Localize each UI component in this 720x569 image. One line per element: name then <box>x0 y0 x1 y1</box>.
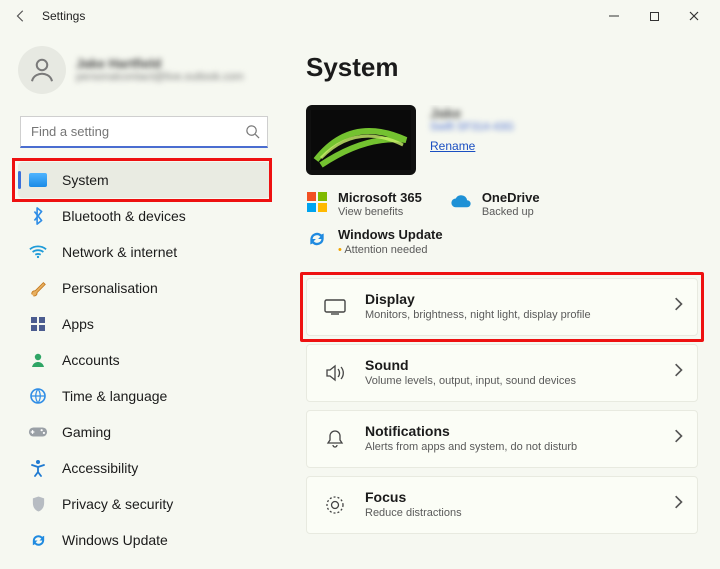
sidebar-item-network[interactable]: Network & internet <box>18 234 270 270</box>
onedrive-icon <box>450 191 472 213</box>
sidebar-item-label: Accounts <box>62 352 120 368</box>
sidebar-item-label: Network & internet <box>62 244 177 260</box>
settings-cards: Display Monitors, brightness, night light… <box>306 278 698 534</box>
bluetooth-icon <box>28 206 48 226</box>
chevron-right-icon <box>673 429 683 448</box>
titlebar: Settings <box>0 0 720 32</box>
search-icon <box>245 124 260 144</box>
search-input[interactable] <box>20 116 268 148</box>
sidebar-item-windows-update[interactable]: Windows Update <box>18 522 270 558</box>
sidebar-item-system[interactable]: System <box>18 162 270 198</box>
close-button[interactable] <box>674 2 714 30</box>
window-controls <box>594 2 714 30</box>
status-subtitle: Attention needed <box>338 244 443 256</box>
sidebar-item-label: Bluetooth & devices <box>62 208 186 224</box>
wifi-icon <box>28 242 48 262</box>
card-subtitle: Alerts from apps and system, do not dist… <box>365 441 577 453</box>
globe-clock-icon <box>28 386 48 406</box>
maximize-button[interactable] <box>634 2 674 30</box>
main-pane: System Jake Swift SF314-43G Rename Micro… <box>280 32 720 569</box>
sidebar-item-label: Time & language <box>62 388 167 404</box>
sidebar-item-accounts[interactable]: Accounts <box>18 342 270 378</box>
sidebar-item-bluetooth[interactable]: Bluetooth & devices <box>18 198 270 234</box>
card-notifications[interactable]: Notifications Alerts from apps and system… <box>306 410 698 468</box>
sidebar-item-apps[interactable]: Apps <box>18 306 270 342</box>
brush-icon <box>28 278 48 298</box>
chevron-right-icon <box>673 363 683 382</box>
update-icon <box>28 530 48 550</box>
status-title: OneDrive <box>482 191 540 205</box>
card-title: Display <box>365 292 591 307</box>
sidebar-item-privacy[interactable]: Privacy & security <box>18 486 270 522</box>
status-onedrive[interactable]: OneDriveBacked up <box>450 191 540 218</box>
accessibility-icon <box>28 458 48 478</box>
card-title: Sound <box>365 358 576 373</box>
status-row: Microsoft 365View benefits OneDriveBacke… <box>306 191 698 266</box>
sidebar-item-label: System <box>62 172 109 188</box>
window-title: Settings <box>42 9 85 23</box>
sidebar-item-time-language[interactable]: Time & language <box>18 378 270 414</box>
user-profile[interactable]: Jake Hartfield personalcontact@live.outl… <box>18 46 270 94</box>
device-block: Jake Swift SF314-43G Rename <box>306 105 698 175</box>
sound-icon <box>321 364 349 382</box>
card-subtitle: Monitors, brightness, night light, displ… <box>365 309 591 321</box>
sidebar-item-personalisation[interactable]: Personalisation <box>18 270 270 306</box>
chevron-right-icon <box>673 495 683 514</box>
sidebar-item-label: Personalisation <box>62 280 158 296</box>
sidebar-item-accessibility[interactable]: Accessibility <box>18 450 270 486</box>
sidebar-item-label: Privacy & security <box>62 496 173 512</box>
card-title: Focus <box>365 490 462 505</box>
status-subtitle: Backed up <box>482 206 540 218</box>
gamepad-icon <box>28 422 48 442</box>
sidebar-item-label: Accessibility <box>62 460 138 476</box>
sidebar-item-label: Windows Update <box>62 532 168 548</box>
card-title: Notifications <box>365 424 577 439</box>
status-title: Windows Update <box>338 228 443 242</box>
sidebar-item-label: Gaming <box>62 424 111 440</box>
sidebar-item-label: Apps <box>62 316 94 332</box>
device-model: Swift SF314-43G <box>306 121 698 133</box>
page-title: System <box>306 52 698 83</box>
focus-icon <box>321 495 349 515</box>
card-subtitle: Reduce distractions <box>365 507 462 519</box>
avatar <box>18 46 66 94</box>
microsoft-365-icon <box>306 191 328 213</box>
device-name: Jake <box>306 105 698 121</box>
nav-list: System Bluetooth & devices Network & int… <box>18 162 270 558</box>
notifications-icon <box>321 429 349 449</box>
card-focus[interactable]: Focus Reduce distractions <box>306 476 698 534</box>
apps-icon <box>28 314 48 334</box>
card-sound[interactable]: Sound Volume levels, output, input, sound… <box>306 344 698 402</box>
shield-icon <box>28 494 48 514</box>
user-email: personalcontact@live.outlook.com <box>76 71 244 83</box>
windows-update-icon <box>306 228 328 250</box>
status-subtitle: View benefits <box>338 206 422 218</box>
sidebar-item-gaming[interactable]: Gaming <box>18 414 270 450</box>
rename-link[interactable]: Rename <box>430 139 475 153</box>
status-microsoft365[interactable]: Microsoft 365View benefits <box>306 191 422 218</box>
chevron-right-icon <box>673 297 683 316</box>
sidebar: Jake Hartfield personalcontact@live.outl… <box>0 32 280 569</box>
person-icon <box>28 350 48 370</box>
system-icon <box>28 170 48 190</box>
card-subtitle: Volume levels, output, input, sound devi… <box>365 375 576 387</box>
status-windows-update[interactable]: Windows Update Attention needed <box>306 228 698 255</box>
display-icon <box>321 298 349 316</box>
status-title: Microsoft 365 <box>338 191 422 205</box>
card-display[interactable]: Display Monitors, brightness, night light… <box>306 278 698 336</box>
back-button[interactable] <box>12 7 30 25</box>
user-name: Jake Hartfield <box>76 57 244 71</box>
minimize-button[interactable] <box>594 2 634 30</box>
